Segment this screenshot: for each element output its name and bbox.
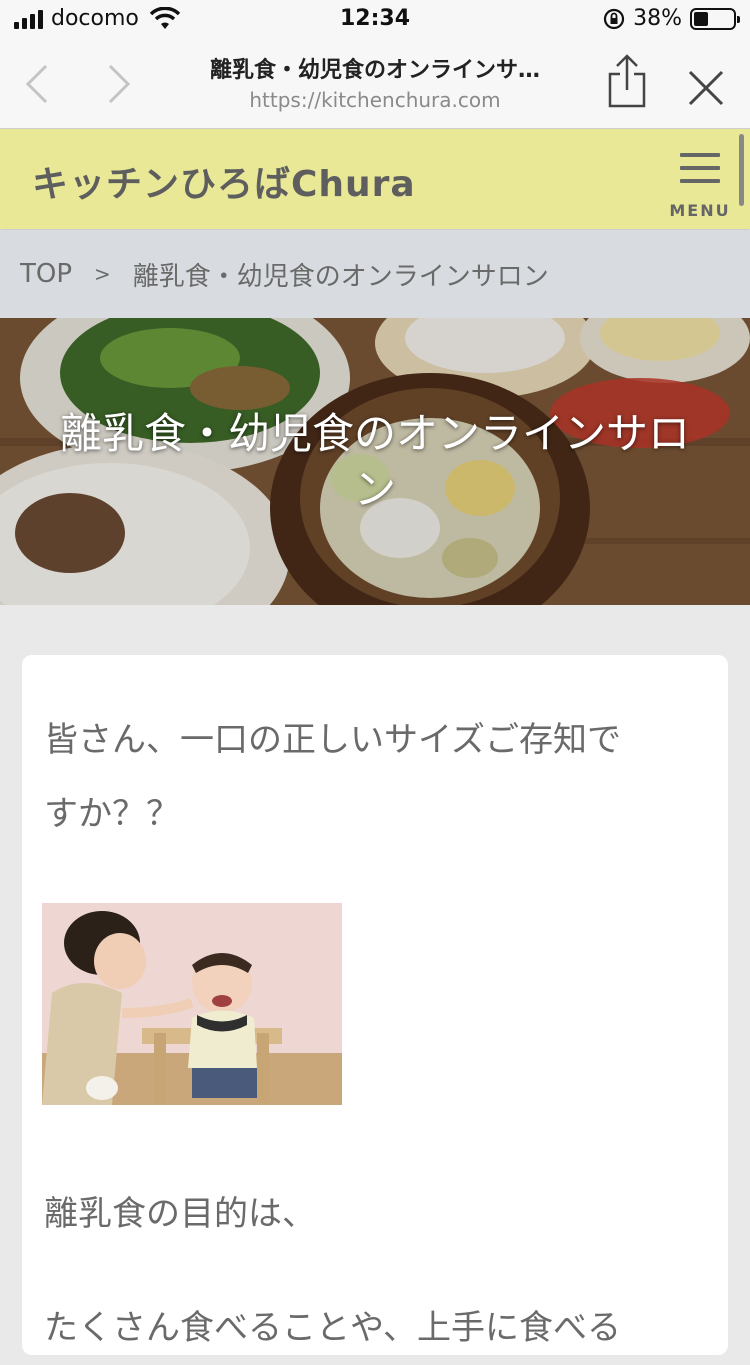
purpose-paragraph: 離乳食の目的は、: [44, 1194, 316, 1234]
breadcrumb-separator: >: [94, 262, 111, 286]
next-paragraph: たくさん食べることや、上手に食べる: [44, 1308, 621, 1348]
breadcrumb-top[interactable]: TOP: [20, 259, 72, 289]
browser-page-title[interactable]: 離乳食・幼児食のオンラインサ…: [170, 52, 580, 84]
intro-paragraph: 皆さん、一口の正しいサイズご存知で すか？？: [44, 703, 621, 851]
intro-line1: 皆さん、一口の正しいサイズご存知で: [44, 720, 621, 760]
breadcrumb-current: 離乳食・幼児食のオンラインサロン: [132, 261, 549, 292]
battery-icon: [690, 7, 740, 30]
scroll-indicator: [739, 134, 744, 206]
intro-line2: すか？？: [44, 794, 180, 834]
breadcrumb: TOP > 離乳食・幼児食のオンラインサロン: [0, 230, 750, 318]
menu-button[interactable]: MENU: [664, 147, 736, 221]
article-card: 皆さん、一口の正しいサイズご存知で すか？？ 離乳食の目的は、 たくさん食べるこ…: [22, 655, 728, 1355]
browser-bar: 離乳食・幼児食のオンラインサ… https://kitchenchura.com: [0, 40, 750, 129]
back-icon[interactable]: [18, 62, 58, 106]
url-bar[interactable]: https://kitchenchura.com: [170, 88, 580, 112]
mother-feeding-baby-photo: [42, 903, 342, 1105]
hamburger-icon: [680, 153, 720, 192]
hero-title-line2: ン: [353, 465, 396, 514]
rotation-lock-icon: [603, 8, 625, 29]
status-bar: docomo 12:34 38%: [0, 0, 750, 40]
close-icon[interactable]: [682, 64, 730, 112]
battery-level: [694, 11, 708, 26]
share-icon[interactable]: [602, 52, 652, 112]
site-logo-title[interactable]: キッチンひろばChura: [32, 155, 416, 207]
battery-percent: 38%: [633, 6, 682, 31]
hero-banner: 離乳食・幼児食のオンラインサロ ン: [0, 318, 750, 605]
hero-title-line1: 離乳食・幼児食のオンラインサロ: [59, 409, 690, 458]
menu-label: MENU: [669, 201, 731, 220]
battery-info: 38%: [603, 6, 740, 31]
forward-icon[interactable]: [98, 62, 138, 106]
site-header: キッチンひろばChura MENU: [0, 129, 750, 229]
hero-title: 離乳食・幼児食のオンラインサロ ン: [0, 406, 750, 518]
